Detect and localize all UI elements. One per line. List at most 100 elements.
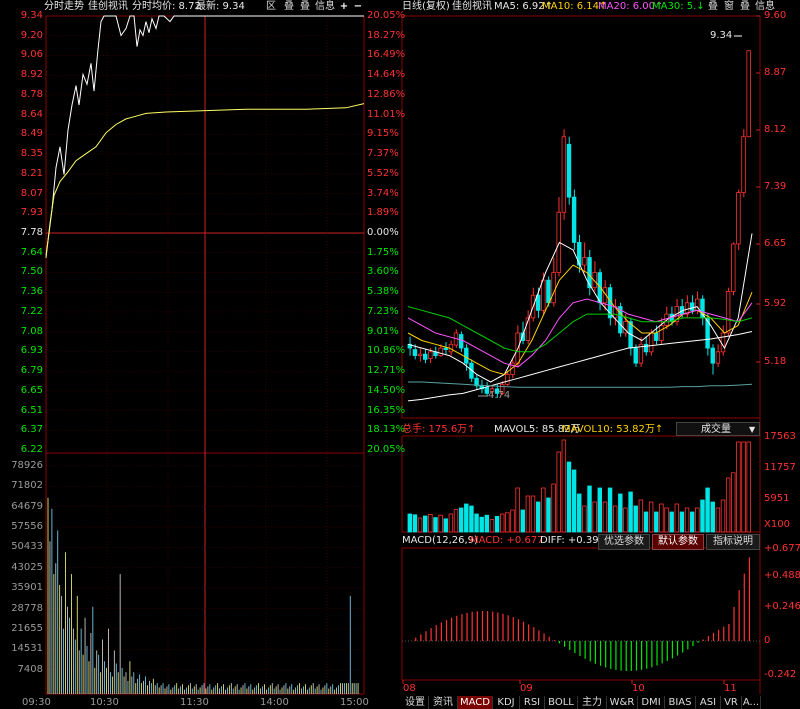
tab-dmi[interactable]: DMI <box>638 696 665 709</box>
daily-volume-bar <box>479 516 484 533</box>
price-tick-label: 7.36 <box>20 286 43 298</box>
volume-tick-label: 7408 <box>17 663 43 675</box>
price-tick-label: 7.50 <box>20 266 43 278</box>
daily-volume-bar <box>664 507 669 533</box>
price-tick-label: 9.06 <box>20 49 43 61</box>
percent-tick-label: 20.05% <box>367 444 406 455</box>
price-tick-label: 7.22 <box>20 305 43 317</box>
percent-tick-label: 1.75% <box>367 246 399 258</box>
daily-volume-bar <box>731 472 736 533</box>
daily-price-tick-label: 5.18 <box>764 356 787 367</box>
tab-vr[interactable]: VR <box>721 696 742 709</box>
price-tick-label: 6.22 <box>20 444 43 455</box>
candlestick <box>741 136 746 194</box>
percent-tick-label: 1.89% <box>367 207 399 219</box>
macd-value-label: MACD: +0.677 <box>470 535 544 546</box>
candlestick <box>746 50 751 138</box>
daily-volume-bar <box>577 493 582 533</box>
indicator-help-button[interactable]: 指标说明 <box>706 534 760 550</box>
daily-overlay-button[interactable]: 叠 <box>706 0 720 14</box>
percent-tick-label: 18.27% <box>367 29 406 41</box>
tab-bias[interactable]: BIAS <box>665 696 696 709</box>
volume-tick-label: 43025 <box>11 561 43 573</box>
daily-volume-bar <box>438 514 443 533</box>
tab--[interactable]: 主力 <box>578 696 607 709</box>
volume-tick-label: 78926 <box>11 460 43 471</box>
percent-tick-label: 5.38% <box>367 286 399 298</box>
tab-kdj[interactable]: KDJ <box>493 696 520 709</box>
daily-volume-bar <box>458 507 464 533</box>
indicator-dropdown[interactable]: 成交量 ▼ <box>676 422 760 436</box>
price-tick-label: 8.35 <box>20 148 43 160</box>
volume-tick-label: 21655 <box>11 622 43 634</box>
daily-volume-bar <box>448 513 454 533</box>
daily-volume-bar <box>489 519 495 533</box>
price-tick-label: 8.21 <box>20 167 43 179</box>
daily-volume-bar <box>741 441 746 533</box>
candlestick <box>546 279 551 304</box>
daily-volume-bar <box>695 507 700 533</box>
price-tick-label: 6.37 <box>20 424 43 436</box>
candlestick <box>582 257 587 266</box>
optimize-params-button[interactable]: 优选参数 <box>598 534 650 550</box>
price-tick-label: 6.93 <box>20 345 43 357</box>
tab-a-[interactable]: A... <box>742 696 761 709</box>
candlestick <box>551 272 556 304</box>
daily-volume-bar <box>510 509 515 533</box>
tab--[interactable]: 设置 <box>402 696 429 709</box>
tab-asi[interactable]: ASI <box>696 696 721 709</box>
daily-volume-bar <box>705 487 710 533</box>
price-tick-label: 6.51 <box>20 404 43 416</box>
candlestick <box>505 374 510 385</box>
daily-volume-bar <box>602 501 608 533</box>
candlestick <box>561 136 567 213</box>
daily-volume-bar <box>423 515 428 533</box>
daily-price-tick-label: 7.39 <box>764 181 787 192</box>
daily-volume-tick-label: 17563 <box>764 431 796 442</box>
daily-volume-bar <box>618 493 623 533</box>
candlestick <box>736 192 741 245</box>
daily-volume-bar <box>484 514 490 533</box>
diff-value-label: DIFF: +0.392 <box>540 535 605 546</box>
daily-volume-bar <box>710 501 715 533</box>
price-tick-label: 6.79 <box>20 365 43 377</box>
price-tick-label: 9.34 <box>20 10 43 21</box>
daily-volume-tick-label: 5951 <box>764 493 790 504</box>
price-tick-label: 6.65 <box>20 384 43 396</box>
daily-volume-bar <box>541 487 546 533</box>
daily-volume-bar <box>500 513 505 533</box>
daily-price-tick-label: 8.87 <box>764 67 787 78</box>
daily-volume-bar <box>654 511 659 533</box>
daily-overlay2-button[interactable]: 叠 <box>738 0 752 14</box>
percent-tick-label: 5.52% <box>367 167 399 179</box>
window-button[interactable]: 窗 <box>722 0 736 14</box>
daily-volume-bar <box>433 517 438 533</box>
total-volume-label: 总手: 175.6万↑ <box>402 424 476 435</box>
candlestick <box>643 343 649 353</box>
daily-volume-bar <box>515 487 520 533</box>
percent-tick-label: 0.00% <box>367 227 399 238</box>
candlestick <box>423 353 428 360</box>
tab-macd[interactable]: MACD <box>458 696 493 709</box>
tab-boll[interactable]: BOLL <box>545 696 578 709</box>
tab-rsi[interactable]: RSI <box>520 696 545 709</box>
daily-volume-bar <box>700 499 705 533</box>
daily-volume-bar <box>494 516 500 533</box>
percent-tick-label: 20.05% <box>367 10 406 21</box>
volume-tick-label: 50433 <box>11 541 43 553</box>
daily-volume-bar <box>453 509 459 533</box>
default-params-button[interactable]: 默认参数 <box>652 534 704 550</box>
candlestick <box>731 243 736 292</box>
candlestick <box>571 196 577 243</box>
tab-w-r[interactable]: W&R <box>607 696 638 709</box>
daily-volume-bar <box>736 441 741 533</box>
daily-volume-bar <box>607 487 613 533</box>
month-tick-label: 09 <box>520 683 533 694</box>
candlestick <box>689 302 695 311</box>
candlestick <box>659 325 664 341</box>
percent-tick-label: 7.37% <box>367 148 399 160</box>
volume-tick-label: 35901 <box>11 582 43 594</box>
tab--[interactable]: 资讯 <box>429 696 458 709</box>
daily-volume-bar <box>746 441 751 533</box>
daily-volume-bar <box>689 511 695 533</box>
